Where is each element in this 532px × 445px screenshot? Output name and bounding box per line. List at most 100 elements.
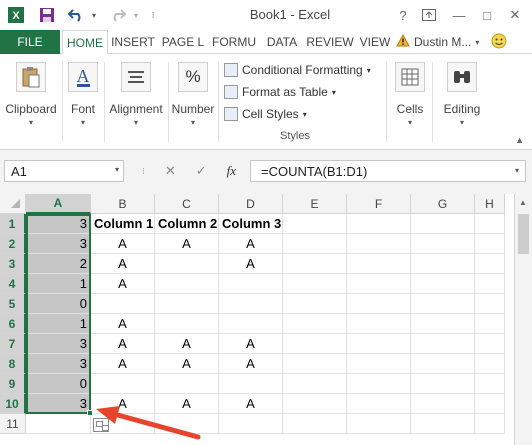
cell-e4[interactable]	[283, 274, 347, 294]
cell-a7[interactable]: 3	[26, 334, 91, 354]
tab-formulas[interactable]: FORMU	[208, 30, 260, 54]
column-header-e[interactable]: E	[283, 194, 347, 214]
cell-h3[interactable]	[475, 254, 505, 274]
editing-group[interactable]: Editing ▾	[434, 58, 490, 146]
cell-c9[interactable]	[155, 374, 219, 394]
cell-g10[interactable]	[411, 394, 475, 414]
row-header[interactable]: 8	[0, 354, 26, 374]
cell-b7[interactable]: A	[91, 334, 155, 354]
cell-a2[interactable]: 3	[26, 234, 91, 254]
column-header-f[interactable]: F	[347, 194, 411, 214]
cell-e11[interactable]	[283, 414, 347, 434]
cell-h8[interactable]	[475, 354, 505, 374]
column-header-g[interactable]: G	[411, 194, 475, 214]
scroll-up-icon[interactable]: ▲	[519, 198, 527, 207]
row-header[interactable]: 5	[0, 294, 26, 314]
cells-group[interactable]: Cells ▾	[390, 58, 430, 146]
cell-a6[interactable]: 1	[26, 314, 91, 334]
cell-b2[interactable]: A	[91, 234, 155, 254]
row-header[interactable]: 4	[0, 274, 26, 294]
cell-g1[interactable]	[411, 214, 475, 234]
save-icon[interactable]	[36, 0, 58, 30]
cell-f2[interactable]	[347, 234, 411, 254]
cell-a1[interactable]: 3	[26, 214, 91, 234]
conditional-formatting-button[interactable]: Conditional Formatting ▾	[224, 60, 371, 80]
cell-b1[interactable]: Column 1	[91, 214, 155, 234]
row-header[interactable]: 11	[0, 414, 26, 434]
cell-h11[interactable]	[475, 414, 505, 434]
cell-e7[interactable]	[283, 334, 347, 354]
cell-f6[interactable]	[347, 314, 411, 334]
close-button[interactable]: ✕	[500, 0, 530, 30]
name-box[interactable]: A1 ▾	[4, 160, 124, 182]
cell-g8[interactable]	[411, 354, 475, 374]
ribbon-display-options-button[interactable]	[414, 0, 444, 30]
name-box-dropdown-icon[interactable]: ▾	[115, 165, 119, 174]
cell-a10[interactable]: 3	[26, 394, 91, 414]
undo-dropdown-icon[interactable]: ▾	[88, 0, 100, 30]
cell-h6[interactable]	[475, 314, 505, 334]
cell-c5[interactable]	[155, 294, 219, 314]
cell-d6[interactable]	[219, 314, 283, 334]
cell-h9[interactable]	[475, 374, 505, 394]
cell-d2[interactable]: A	[219, 234, 283, 254]
cell-d8[interactable]: A	[219, 354, 283, 374]
cell-e8[interactable]	[283, 354, 347, 374]
row-header[interactable]: 2	[0, 234, 26, 254]
format-as-table-button[interactable]: Format as Table ▾	[224, 82, 336, 102]
cell-c4[interactable]	[155, 274, 219, 294]
column-header-d[interactable]: D	[219, 194, 283, 214]
cell-a8[interactable]: 3	[26, 354, 91, 374]
cell-c1[interactable]: Column 2	[155, 214, 219, 234]
cell-e5[interactable]	[283, 294, 347, 314]
number-group[interactable]: % Number ▾	[170, 58, 216, 146]
customize-qat-icon[interactable]: ⁝	[146, 0, 160, 30]
cell-b6[interactable]: A	[91, 314, 155, 334]
cell-c2[interactable]: A	[155, 234, 219, 254]
cell-d7[interactable]: A	[219, 334, 283, 354]
cell-g4[interactable]	[411, 274, 475, 294]
cancel-formula-icon[interactable]: ✕	[165, 163, 176, 179]
scrollbar-thumb[interactable]	[518, 214, 529, 254]
cell-e10[interactable]	[283, 394, 347, 414]
font-group[interactable]: A Font ▾	[64, 58, 102, 146]
cell-e9[interactable]	[283, 374, 347, 394]
redo-icon[interactable]	[106, 0, 130, 30]
cell-g3[interactable]	[411, 254, 475, 274]
clipboard-group[interactable]: Clipboard ▾	[2, 58, 60, 146]
cell-b8[interactable]: A	[91, 354, 155, 374]
cell-g7[interactable]	[411, 334, 475, 354]
cell-b9[interactable]	[91, 374, 155, 394]
cell-b5[interactable]	[91, 294, 155, 314]
cell-c3[interactable]	[155, 254, 219, 274]
redo-dropdown-icon[interactable]: ▾	[130, 0, 142, 30]
cell-d5[interactable]	[219, 294, 283, 314]
cell-a5[interactable]: 0	[26, 294, 91, 314]
expand-formula-bar-icon[interactable]: ▾	[515, 166, 519, 175]
cell-g9[interactable]	[411, 374, 475, 394]
formula-options-icon[interactable]: ⁝	[142, 166, 145, 177]
tab-insert[interactable]: INSERT	[108, 30, 158, 54]
insert-function-icon[interactable]: fx	[227, 163, 236, 179]
cell-f4[interactable]	[347, 274, 411, 294]
tab-file[interactable]: FILE	[0, 30, 60, 54]
tab-home[interactable]: HOME	[62, 30, 108, 55]
tab-view[interactable]: VIEW	[356, 30, 394, 54]
tab-review[interactable]: REVIEW	[304, 30, 356, 54]
collapse-ribbon-icon[interactable]: ▲	[515, 135, 524, 145]
cell-g6[interactable]	[411, 314, 475, 334]
row-header[interactable]: 10	[0, 394, 26, 414]
cell-h2[interactable]	[475, 234, 505, 254]
cell-e2[interactable]	[283, 234, 347, 254]
row-header[interactable]: 9	[0, 374, 26, 394]
column-header-a[interactable]: A	[26, 194, 91, 214]
select-all-corner[interactable]	[0, 194, 26, 214]
cell-a9[interactable]: 0	[26, 374, 91, 394]
cell-h7[interactable]	[475, 334, 505, 354]
cell-b4[interactable]: A	[91, 274, 155, 294]
maximize-button[interactable]: □	[472, 0, 502, 30]
cell-g11[interactable]	[411, 414, 475, 434]
cell-f10[interactable]	[347, 394, 411, 414]
column-header-b[interactable]: B	[91, 194, 155, 214]
cell-f5[interactable]	[347, 294, 411, 314]
